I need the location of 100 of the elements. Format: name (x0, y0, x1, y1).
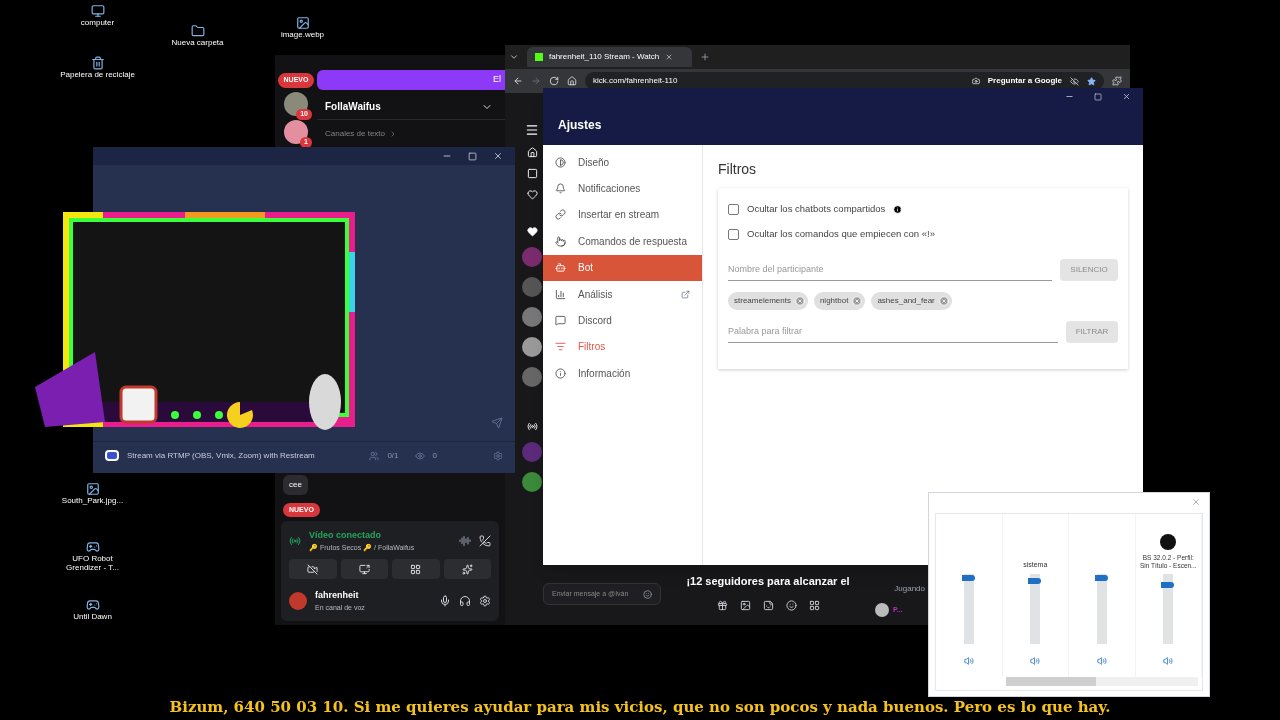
checkbox[interactable] (728, 228, 739, 240)
chat-icon (555, 315, 566, 327)
avatar-icon[interactable] (284, 91, 308, 116)
avatar-icon[interactable] (284, 119, 308, 144)
home-icon[interactable] (567, 76, 577, 86)
word-field[interactable]: Palabra para filtrar (728, 320, 1058, 343)
menu-item[interactable]: Diseño (543, 149, 702, 176)
contrast-icon (555, 156, 566, 168)
disconnect-icon[interactable] (479, 535, 491, 547)
computer-icon[interactable] (90, 4, 105, 18)
volume-slider[interactable] (1163, 574, 1174, 644)
live-icon[interactable] (526, 421, 538, 432)
speaker-icon[interactable] (1096, 656, 1107, 666)
speaker-icon[interactable] (1030, 656, 1041, 666)
headphones-icon[interactable] (459, 595, 471, 607)
volume-slider[interactable] (1030, 574, 1041, 644)
avatar-icon[interactable] (522, 337, 542, 357)
star-icon[interactable] (1087, 76, 1096, 86)
microphone-icon[interactable] (439, 595, 451, 607)
heart-icon[interactable] (526, 189, 538, 200)
activity-text: Jugando (893, 583, 925, 595)
viewer-count: 0 (432, 449, 437, 462)
chat-tool-icon[interactable] (739, 599, 751, 611)
settings-header: Ajustes (543, 105, 1143, 145)
icon-label: Until Dawn (73, 612, 112, 621)
slider-thumb[interactable] (1094, 575, 1108, 582)
participant-field[interactable]: Nombre del participante (728, 258, 1052, 281)
trash-icon[interactable] (90, 56, 105, 70)
lens-icon[interactable] (971, 77, 980, 85)
info-icon (555, 367, 566, 379)
chat-tool-icon[interactable] (785, 599, 797, 611)
voice-status: Vídeo conectado (309, 529, 382, 542)
icon-label: South_Park.jpg... (61, 496, 124, 505)
voice-control-button[interactable] (443, 559, 491, 579)
speaker-icon[interactable] (1163, 656, 1174, 666)
image-icon[interactable] (85, 482, 100, 496)
new-tab-icon[interactable] (700, 52, 710, 62)
section-title: Filtros (718, 160, 758, 179)
grid-icon (410, 563, 422, 575)
close-icon[interactable] (665, 53, 674, 61)
emoji-icon[interactable] (643, 589, 652, 599)
signal-icon (289, 535, 301, 547)
avatar-icon[interactable] (875, 603, 889, 617)
menu-item[interactable]: Bot (543, 254, 702, 281)
tab-search-icon[interactable] (509, 52, 519, 62)
soundboard-icon[interactable] (459, 535, 471, 547)
eye-off-icon[interactable] (1070, 76, 1079, 86)
back-icon[interactable] (513, 76, 523, 86)
extensions-icon[interactable] (1112, 76, 1122, 86)
maximize-icon[interactable] (468, 151, 477, 161)
screen-share-icon (358, 563, 370, 575)
icon-label: image.webp (280, 30, 325, 39)
menu-item[interactable]: Insertar en stream (543, 201, 702, 229)
maximize-icon[interactable] (1094, 92, 1102, 101)
menu-item[interactable]: Información (543, 360, 702, 387)
tag-chip[interactable]: ashes_and_fear (871, 291, 952, 310)
browser-tab[interactable]: fahrenheit_110 Stream - Watch (527, 47, 692, 67)
game-icon[interactable] (85, 540, 100, 554)
menu-item[interactable]: Notificaciones (543, 175, 702, 202)
voice-control-button[interactable] (340, 559, 388, 579)
icon-label: UFO Robot Grendizer - T... (65, 554, 120, 572)
chat-tool-icon[interactable] (808, 599, 820, 611)
icon-label: Nueva carpeta (171, 38, 224, 47)
browse-icon[interactable] (526, 168, 538, 179)
voice-control-button[interactable] (289, 559, 337, 579)
reload-icon[interactable] (549, 76, 559, 86)
heart-icon[interactable] (526, 226, 538, 237)
chat-tool-icon[interactable] (716, 599, 728, 611)
tag-chip[interactable]: streamelements (728, 291, 808, 310)
username: fahrenheit (315, 589, 360, 602)
icon-label: computer (80, 18, 115, 27)
folder-icon[interactable] (190, 24, 205, 38)
close-icon[interactable] (493, 151, 503, 161)
menu-item[interactable]: Discord (543, 307, 702, 334)
game-icon[interactable] (85, 598, 100, 612)
voice-control-button[interactable] (392, 559, 440, 579)
close-icon[interactable] (1122, 92, 1131, 101)
image-icon[interactable] (295, 16, 310, 30)
speaker-icon[interactable] (963, 656, 974, 666)
scrollbar[interactable] (1006, 677, 1198, 686)
server-pill[interactable]: cee (283, 474, 308, 495)
menu-item[interactable]: Comandos de respuesta (543, 228, 702, 255)
checkbox[interactable] (728, 203, 739, 215)
ask-google-button[interactable]: Preguntar a Google (987, 75, 1062, 87)
menu-item[interactable]: Filtros (543, 333, 702, 361)
tag-chip[interactable]: nightbot (813, 291, 866, 310)
checkbox-row[interactable]: Ocultar los chatbots compartidos (728, 202, 903, 217)
camera-off-icon (307, 563, 319, 575)
slider-thumb[interactable] (1161, 581, 1175, 588)
volume-slider[interactable] (1096, 574, 1107, 644)
menu-item[interactable]: Análisis (543, 280, 702, 308)
icon-label: Papelera de reciclaje (60, 70, 135, 79)
slider-thumb[interactable] (1028, 578, 1042, 585)
chat-tool-icon[interactable] (762, 599, 774, 611)
event-banner[interactable]: El (317, 70, 505, 90)
volume-slider[interactable] (963, 574, 974, 644)
section-header[interactable]: Canales de texto (325, 128, 386, 140)
server-name[interactable]: FollaWaifus (325, 99, 381, 114)
menu-icon[interactable] (525, 123, 539, 137)
slider-thumb[interactable] (961, 575, 975, 582)
